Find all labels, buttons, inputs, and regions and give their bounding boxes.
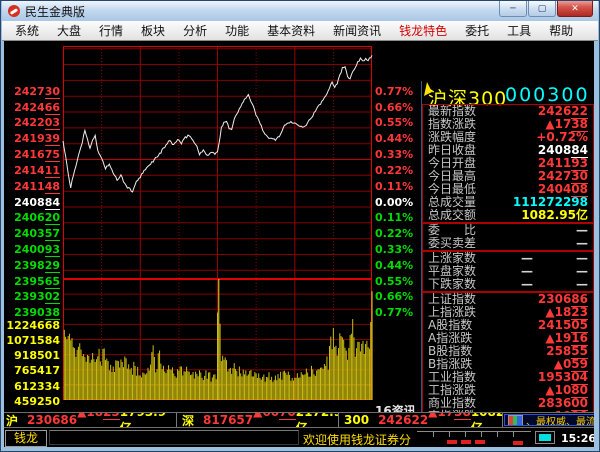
quote-group-0: 最新指数 242622 指数涨跌 ▲1738 涨跌幅度 +0.72% 昨日收盘 240884 今… [422, 104, 594, 223]
quote-row-value: — [576, 277, 588, 291]
quote-row-value: 1082.95亿 [521, 208, 588, 222]
net-tick [465, 432, 466, 437]
menu-item-3[interactable]: 板块 [132, 22, 174, 39]
index-value: 817657 [203, 413, 254, 427]
net-tick [513, 432, 514, 437]
window-border-bottom [1, 447, 599, 451]
menu-item-4[interactable]: 分析 [174, 22, 216, 39]
net-activity-mark [513, 441, 523, 445]
quote-row: 委买卖差 — [423, 237, 593, 250]
index-segment-沪[interactable]: 沪 230686▲18231793.9亿 [1, 413, 177, 427]
turnover-amount: 1793.9亿 [120, 413, 171, 427]
welcome-marquee: 欢迎使用钱龙证券分 [303, 433, 412, 447]
bottom-bar: 钱龙 欢迎使用钱龙证券分 15:26 [1, 427, 599, 448]
market-label: 深 [182, 413, 195, 428]
quote-row-value: — [576, 236, 588, 250]
menu-bar: 系统 大盘 行情 板块 分析 功能 基本资料 新闻资讯 钱龙特色 委托 工具 帮助 [2, 21, 598, 41]
maximize-button[interactable]: ▢ [528, 1, 556, 17]
quote-row-label: 委买卖差 [428, 236, 477, 250]
net-tick [497, 432, 498, 437]
net-tick [449, 432, 450, 437]
status-clock: 15:26 [561, 432, 597, 445]
close-button[interactable]: ✕ [557, 1, 593, 17]
main-content: 16资讯 沪深300 000300 最新指数 242622 指数涨跌 ▲1738 涨跌幅… [1, 41, 599, 451]
quote-row-label: 总成交额 [428, 208, 477, 222]
qianlong-button[interactable]: 钱龙 [5, 430, 47, 447]
app-window: 民生金典版 ─ ▢ ✕ 系统 大盘 行情 板块 分析 功能 基本资料 新闻资讯 钱龙特色 委托 工具 帮助… [0, 0, 600, 452]
minimize-button[interactable]: ─ [499, 1, 527, 17]
net-activity-mark [447, 440, 457, 444]
window-border-right [594, 41, 599, 447]
window-title: 民生金典版 [25, 4, 86, 19]
index-change: ▲1738 [428, 413, 471, 427]
menu-item-11[interactable]: 帮助 [540, 22, 582, 39]
index-segment-深[interactable]: 深 817657▲60702172.9亿 [177, 413, 339, 427]
connection-ok-icon [539, 434, 551, 441]
menu-item-0[interactable]: 系统 [6, 22, 48, 39]
command-input[interactable] [49, 430, 299, 445]
index-value: 242622 [378, 413, 429, 427]
change-amount-group: ▲18231793.9亿 [77, 413, 171, 427]
net-activity-mark [461, 440, 471, 444]
title-bar[interactable]: 民生金典版 ─ ▢ ✕ [2, 1, 598, 21]
window-border-left [1, 41, 4, 447]
market-label: 沪 [6, 413, 19, 428]
index-segment-300[interactable]: 300 242622▲17381082.9亿 [339, 413, 503, 427]
window-buttons: ─ ▢ ✕ [498, 1, 593, 17]
menu-item-2[interactable]: 行情 [90, 22, 132, 39]
change-amount-group: ▲60702172.9亿 [253, 413, 338, 427]
menu-item-7[interactable]: 新闻资讯 [324, 22, 390, 39]
turnover-amount: 1082.9亿 [471, 413, 502, 427]
app-logo-icon [8, 5, 20, 17]
network-status-widget [417, 431, 531, 445]
quote-group-1: 委 比 — 委买卖差 — [422, 223, 594, 251]
net-tick [481, 432, 482, 437]
index-status-bar: 沪230686▲18231793.9亿深817657▲60702172.9亿30… [1, 412, 599, 427]
index-change: ▲1823 [77, 413, 120, 427]
menu-item-5[interactable]: 功能 [216, 22, 258, 39]
index-value: 230686 [27, 413, 78, 427]
menu-item-1[interactable]: 大盘 [48, 22, 90, 39]
menu-item-8[interactable]: 钱龙特色 [390, 22, 456, 39]
ad-marquee[interactable]: 、最权威、最流畅的财经 [504, 414, 595, 426]
tv-icon [508, 415, 523, 425]
net-activity-mark [475, 440, 485, 444]
turnover-amount: 2172.9亿 [296, 413, 338, 427]
menu-item-10[interactable]: 工具 [498, 22, 540, 39]
intraday-chart[interactable] [1, 41, 422, 413]
menu-item-9[interactable]: 委托 [456, 22, 498, 39]
quote-row: 下跌家数 — — [423, 278, 593, 291]
ad-marquee-text: 、最权威、最流畅的财经 [526, 416, 595, 426]
quote-row: 总成交额 1082.95亿 [423, 209, 593, 222]
index-change: ▲6070 [253, 413, 296, 427]
change-amount-group: ▲17381082.9亿 [428, 413, 502, 427]
quote-row-mid-value: — [521, 277, 533, 291]
connection-indicator [535, 431, 555, 444]
menu-item-6[interactable]: 基本资料 [258, 22, 324, 39]
quote-group-2: 上涨家数 — — 平盘家数 — — 下跌家数 — — [422, 251, 594, 292]
market-label: 300 [344, 413, 370, 427]
quote-code: 000300 [505, 84, 590, 106]
net-tick [433, 432, 434, 437]
quote-row-label: 下跌家数 [428, 277, 477, 291]
